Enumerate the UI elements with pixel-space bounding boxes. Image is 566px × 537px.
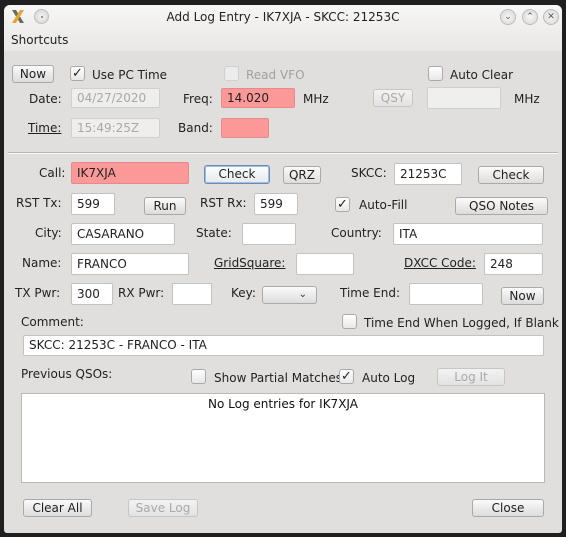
log-it-button[interactable]: Log It bbox=[437, 368, 505, 386]
show-partial-matches-label: Show Partial Matches bbox=[214, 371, 342, 385]
skcc-label: SKCC: bbox=[351, 166, 387, 180]
qsy-unit: MHz bbox=[514, 92, 540, 106]
call-field[interactable]: IK7XJA bbox=[71, 162, 189, 184]
name-label: Name: bbox=[22, 256, 62, 270]
date-label: Date: bbox=[29, 92, 62, 106]
band-field[interactable] bbox=[221, 118, 269, 138]
read-vfo-label: Read VFO bbox=[246, 68, 305, 82]
rx-pwr-field[interactable] bbox=[172, 283, 212, 305]
previous-qsos-label: Previous QSOs: bbox=[21, 367, 113, 381]
time-end-when-logged-label: Time End When Logged, If Blank bbox=[364, 316, 559, 330]
chevron-down-icon[interactable]: ⌄ bbox=[500, 9, 516, 25]
band-label: Band: bbox=[178, 121, 213, 135]
qrz-button[interactable]: QRZ bbox=[283, 166, 321, 184]
freq-label: Freq: bbox=[183, 92, 213, 106]
time-end-when-logged-checkbox[interactable] bbox=[342, 314, 357, 329]
tx-pwr-label: TX Pwr: bbox=[15, 286, 61, 300]
rx-pwr-label: RX Pwr: bbox=[118, 286, 165, 300]
auto-clear-checkbox[interactable] bbox=[428, 66, 443, 81]
qsy-frequency-field[interactable] bbox=[427, 87, 501, 109]
freq-unit: MHz bbox=[303, 92, 329, 106]
qso-notes-button[interactable]: QSO Notes bbox=[455, 197, 548, 215]
city-label: City: bbox=[35, 226, 62, 240]
name-field[interactable]: FRANCO bbox=[71, 253, 189, 275]
call-check-button[interactable]: Check bbox=[204, 165, 270, 184]
read-vfo-checkbox[interactable] bbox=[224, 66, 239, 81]
skcc-field[interactable]: 21253C bbox=[394, 163, 462, 185]
rst-rx-label: RST Rx: bbox=[200, 196, 247, 210]
title-bar[interactable]: Add Log Entry - IK7XJA - SKCC: 21253C ⌄ … bbox=[4, 5, 562, 29]
run-button[interactable]: Run bbox=[144, 197, 186, 215]
menu-shortcuts[interactable]: Shortcuts bbox=[11, 33, 68, 47]
save-log-button[interactable]: Save Log bbox=[128, 499, 198, 517]
use-pc-time-checkbox[interactable]: ✓ bbox=[70, 66, 85, 81]
rst-rx-field[interactable]: 599 bbox=[254, 193, 298, 215]
clear-all-button[interactable]: Clear All bbox=[23, 499, 92, 517]
comment-field[interactable]: SKCC: 21253C - FRANCO - ITA bbox=[23, 335, 544, 356]
time-end-field[interactable] bbox=[409, 283, 483, 305]
empty-list-message: No Log entries for IK7XJA bbox=[208, 397, 358, 411]
close-button[interactable]: Close bbox=[472, 499, 544, 517]
show-partial-matches-checkbox[interactable] bbox=[191, 369, 206, 384]
previous-qsos-list[interactable]: No Log entries for IK7XJA bbox=[21, 393, 545, 483]
dxcc-code-label[interactable]: DXCC Code: bbox=[404, 256, 476, 270]
tx-pwr-field[interactable]: 300 bbox=[71, 283, 113, 305]
state-field[interactable] bbox=[242, 223, 296, 245]
country-field[interactable]: ITA bbox=[393, 223, 543, 245]
auto-fill-label: Auto-Fill bbox=[359, 198, 408, 212]
rst-tx-label: RST Tx: bbox=[16, 196, 62, 210]
country-label: Country: bbox=[331, 226, 382, 240]
add-log-entry-window: Add Log Entry - IK7XJA - SKCC: 21253C ⌄ … bbox=[4, 5, 562, 533]
time-field[interactable]: 15:49:25Z bbox=[71, 118, 160, 138]
menu-bar: Shortcuts bbox=[4, 29, 562, 51]
gridsquare-field[interactable] bbox=[296, 253, 354, 275]
now-button[interactable]: Now bbox=[12, 65, 54, 83]
skcc-check-button[interactable]: Check bbox=[478, 166, 544, 184]
time-label[interactable]: Time: bbox=[28, 121, 61, 135]
use-pc-time-label: Use PC Time bbox=[92, 68, 168, 82]
rst-tx-field[interactable]: 599 bbox=[71, 193, 115, 215]
key-dropdown[interactable]: ⌄ bbox=[262, 286, 317, 304]
qsy-button[interactable]: QSY bbox=[373, 89, 413, 107]
auto-log-label: Auto Log bbox=[362, 371, 416, 385]
state-label: State: bbox=[196, 226, 232, 240]
time-end-label: Time End: bbox=[340, 286, 401, 300]
comment-label: Comment: bbox=[21, 315, 84, 329]
window-title: Add Log Entry - IK7XJA - SKCC: 21253C bbox=[166, 10, 400, 24]
auto-fill-checkbox[interactable]: ✓ bbox=[335, 197, 350, 212]
city-field[interactable]: CASARANO bbox=[71, 223, 175, 245]
freq-field[interactable]: 14.020 bbox=[221, 88, 295, 108]
call-label: Call: bbox=[39, 166, 66, 180]
gridsquare-label[interactable]: GridSquare: bbox=[214, 256, 285, 270]
dxcc-code-field[interactable]: 248 bbox=[484, 253, 543, 275]
close-icon[interactable]: ✕ bbox=[543, 9, 559, 25]
auto-clear-label: Auto Clear bbox=[450, 68, 514, 82]
key-label: Key: bbox=[231, 286, 256, 300]
section-divider bbox=[8, 152, 558, 154]
date-field[interactable]: 04/27/2020 bbox=[71, 88, 160, 108]
time-end-now-button[interactable]: Now bbox=[501, 287, 544, 305]
auto-log-checkbox[interactable]: ✓ bbox=[339, 369, 354, 384]
chevron-down-icon: ⌄ bbox=[298, 289, 307, 300]
chevron-up-icon[interactable]: ⌃ bbox=[522, 9, 538, 25]
